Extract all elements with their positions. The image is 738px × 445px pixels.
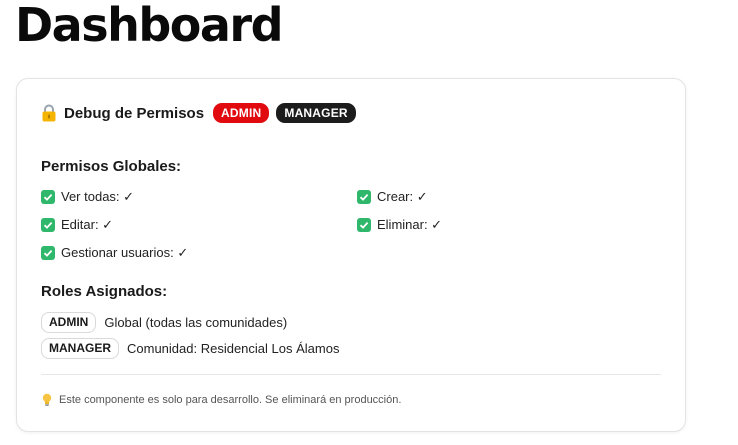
lightbulb-icon	[42, 393, 52, 406]
lock-icon	[42, 104, 56, 122]
permission-label: Eliminar: ✓	[377, 217, 443, 232]
page-title: Dashboard	[15, 0, 284, 52]
global-permissions-title: Permisos Globales:	[41, 158, 182, 175]
check-icon	[357, 190, 371, 204]
card-title: Debug de Permisos	[64, 104, 205, 122]
role-scope: Comunidad: Residencial Los Álamos	[127, 341, 340, 356]
permission-item: Eliminar: ✓	[357, 217, 442, 233]
role-scope: Global (todas las comunidades)	[104, 315, 288, 330]
card-header: Debug de Permisos ADMIN MANAGER	[41, 103, 356, 123]
roles-title: Roles Asignados:	[41, 283, 168, 300]
permission-item: Ver todas: ✓	[41, 189, 134, 205]
role-row: MANAGER Comunidad: Residencial Los Álamo…	[41, 338, 339, 359]
check-icon	[357, 218, 371, 232]
divider	[41, 374, 661, 375]
permission-label: Crear: ✓	[377, 189, 428, 204]
check-icon	[41, 218, 55, 232]
permission-label: Gestionar usuarios: ✓	[61, 245, 189, 260]
footer-note: Este componente es solo para desarrollo.…	[41, 393, 401, 407]
check-icon	[41, 246, 55, 260]
role-chip-manager: MANAGER	[41, 338, 119, 359]
footer-text: Este componente es solo para desarrollo.…	[59, 394, 402, 406]
permission-label: Ver todas: ✓	[61, 189, 135, 204]
permission-item: Gestionar usuarios: ✓	[41, 245, 188, 261]
check-icon	[41, 190, 55, 204]
permission-item: Crear: ✓	[357, 189, 428, 205]
debug-permissions-card: Debug de Permisos ADMIN MANAGER Permisos…	[16, 78, 686, 432]
role-row: ADMIN Global (todas las comunidades)	[41, 312, 287, 333]
admin-badge: ADMIN	[213, 103, 270, 123]
manager-badge: MANAGER	[276, 103, 356, 123]
permission-item: Editar: ✓	[41, 217, 113, 233]
role-chip-admin: ADMIN	[41, 312, 97, 333]
permission-label: Editar: ✓	[61, 217, 114, 232]
